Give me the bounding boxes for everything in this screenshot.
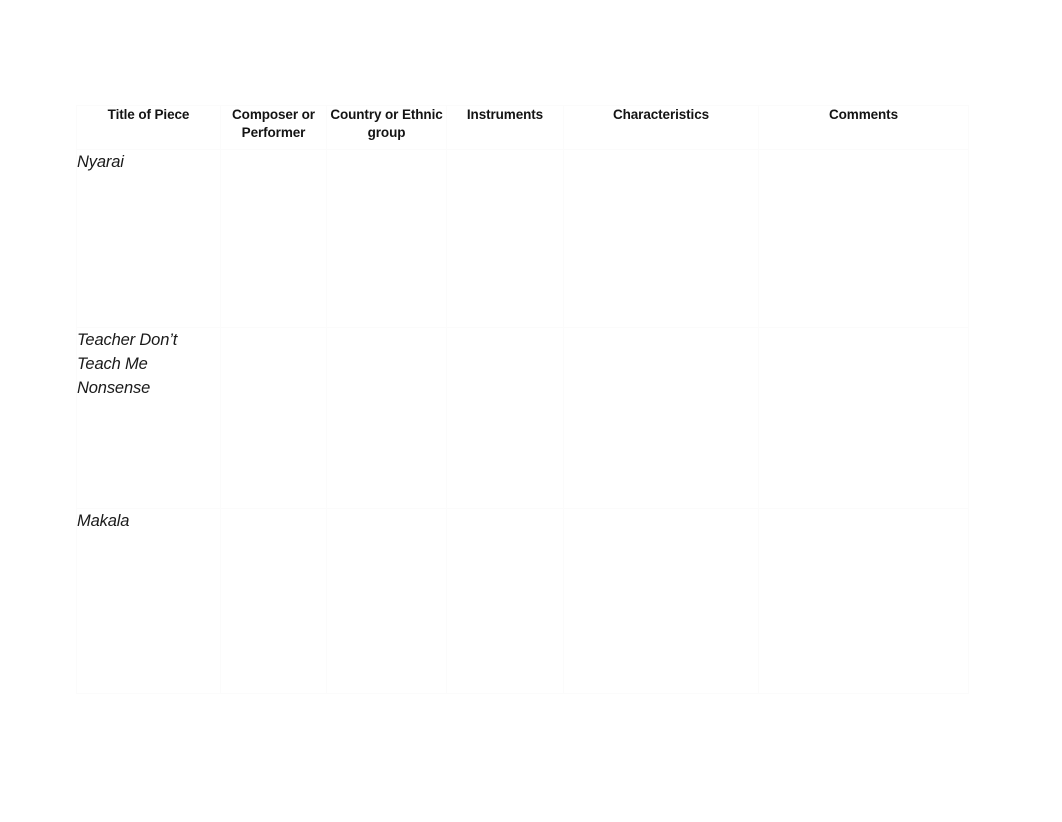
column-header-label: Country or Ethnic group bbox=[330, 107, 443, 140]
cell-comments[interactable] bbox=[758, 327, 969, 509]
cell-composer[interactable] bbox=[220, 149, 327, 328]
table-row: Makala bbox=[76, 508, 969, 694]
cell-country[interactable] bbox=[326, 149, 447, 328]
table-row: Teacher Don’t Teach Me Nonsense bbox=[76, 327, 969, 509]
cell-country[interactable] bbox=[326, 327, 447, 509]
cell-title[interactable]: Nyarai bbox=[76, 149, 221, 328]
cell-instruments[interactable] bbox=[446, 149, 564, 328]
cell-comments[interactable] bbox=[758, 149, 969, 328]
cell-instruments[interactable] bbox=[446, 508, 564, 694]
column-header-characteristics: Characteristics bbox=[563, 105, 759, 150]
table-header: Title of Piece Composer or Performer Cou… bbox=[76, 105, 969, 150]
table-header-row: Title of Piece Composer or Performer Cou… bbox=[76, 105, 969, 150]
cell-title[interactable]: Teacher Don’t Teach Me Nonsense bbox=[76, 327, 221, 509]
cell-value: Makala bbox=[77, 512, 130, 530]
cell-composer[interactable] bbox=[220, 327, 327, 509]
listening-chart-table: Title of Piece Composer or Performer Cou… bbox=[76, 105, 969, 694]
column-header-country-or-ethnic-group: Country or Ethnic group bbox=[326, 105, 447, 150]
column-header-label: Comments bbox=[829, 107, 898, 122]
column-header-composer-or-performer: Composer or Performer bbox=[220, 105, 327, 150]
listening-chart-container: Title of Piece Composer or Performer Cou… bbox=[76, 105, 969, 694]
table-row: Nyarai bbox=[76, 149, 969, 328]
cell-comments[interactable] bbox=[758, 508, 969, 694]
cell-value: Teacher Don’t Teach Me Nonsense bbox=[77, 331, 178, 397]
table-body: Nyarai Teacher Don’t Teach Me Nonsense M… bbox=[76, 149, 969, 694]
cell-characteristics[interactable] bbox=[563, 149, 759, 328]
cell-composer[interactable] bbox=[220, 508, 327, 694]
document-page: Title of Piece Composer or Performer Cou… bbox=[0, 0, 1062, 822]
column-header-title-of-piece: Title of Piece bbox=[76, 105, 221, 150]
column-header-label: Title of Piece bbox=[107, 107, 190, 122]
column-header-label: Instruments bbox=[466, 107, 544, 122]
column-header-comments: Comments bbox=[758, 105, 969, 150]
cell-instruments[interactable] bbox=[446, 327, 564, 509]
column-header-label: Characteristics bbox=[612, 107, 710, 122]
cell-value: Nyarai bbox=[77, 153, 124, 171]
column-header-instruments: Instruments bbox=[446, 105, 564, 150]
column-header-label: Composer or Performer bbox=[232, 107, 315, 140]
cell-characteristics[interactable] bbox=[563, 327, 759, 509]
cell-title[interactable]: Makala bbox=[76, 508, 221, 694]
cell-country[interactable] bbox=[326, 508, 447, 694]
cell-characteristics[interactable] bbox=[563, 508, 759, 694]
